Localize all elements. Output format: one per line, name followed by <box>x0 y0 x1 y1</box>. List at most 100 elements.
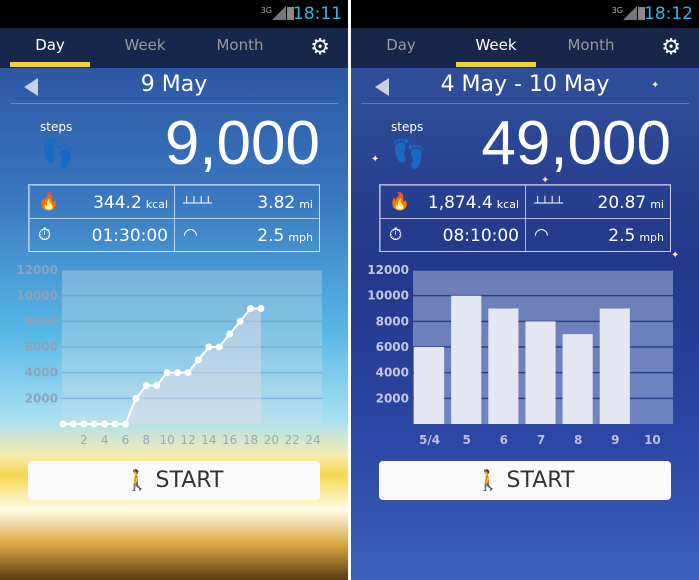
date-navigator: 4 May - 10 May <box>361 72 689 104</box>
speed-unit: mph <box>639 231 664 244</box>
step-count: 9,000 <box>164 109 320 178</box>
x-tick-label: 5 <box>463 433 471 447</box>
date-label: 4 May - 10 May <box>440 72 610 97</box>
start-label: START <box>155 468 224 493</box>
ruler-icon: ┴┴┴┴ <box>534 196 563 210</box>
y-tick-label: 4000 <box>376 366 409 380</box>
data-point <box>236 317 244 325</box>
x-tick-label: 6 <box>500 433 508 447</box>
x-tick-label: 16 <box>222 433 237 447</box>
signal-icon <box>272 6 286 20</box>
tab-indicator <box>456 62 536 67</box>
gear-icon[interactable]: ⚙ <box>661 35 681 60</box>
star-decoration: ✦ <box>619 157 628 168</box>
distance-value: 20.87 <box>597 193 647 213</box>
start-button[interactable]: 🚶 START <box>379 461 671 500</box>
tab-bar: Day Week Month ⚙ <box>351 28 699 68</box>
calories-cell: 🔥 344.2 kcal <box>29 185 175 219</box>
speed-unit: mph <box>288 231 313 244</box>
signal-icon <box>623 6 637 20</box>
data-point <box>163 369 171 377</box>
x-tick-label: 7 <box>537 433 545 447</box>
data-point <box>122 420 129 428</box>
duration-cell: ⏱ 08:10:00 <box>380 218 526 252</box>
gear-icon[interactable]: ⚙ <box>310 35 330 60</box>
stopwatch-icon: ⏱ <box>38 225 52 245</box>
calories-unit: kcal <box>496 198 519 211</box>
flame-icon: 🔥 <box>38 192 60 212</box>
y-tick-label: 6000 <box>25 340 58 354</box>
tab-week[interactable]: Week <box>456 36 536 67</box>
calories-value: 344.2 <box>93 193 142 213</box>
data-point <box>174 369 182 377</box>
x-tick-label: 4 <box>101 433 109 447</box>
x-tick-label: 2 <box>80 433 88 447</box>
y-tick-label: 4000 <box>25 366 58 380</box>
speed-value: 2.5 <box>257 226 285 246</box>
previous-arrow-icon[interactable] <box>24 78 38 96</box>
data-point <box>59 420 67 428</box>
y-tick-label: 12000 <box>367 263 409 277</box>
duration-cell: ⏱ 01:30:00 <box>29 218 175 252</box>
x-tick-label: 8 <box>574 433 582 447</box>
tab-bar: Day Week Month ⚙ <box>0 28 348 68</box>
walking-icon: 🚶 <box>475 468 501 492</box>
x-tick-label: 5/4 <box>419 433 440 447</box>
data-point <box>132 394 140 402</box>
duration-value: 08:10:00 <box>442 226 519 246</box>
flame-icon: 🔥 <box>389 192 411 212</box>
tab-day[interactable]: Day <box>361 36 441 54</box>
speed-value: 2.5 <box>608 226 636 246</box>
distance-cell: ┴┴┴┴ 20.87 mi <box>525 185 671 219</box>
data-point <box>226 330 234 338</box>
y-tick-label: 6000 <box>376 340 409 354</box>
tab-label: Week <box>124 36 166 54</box>
x-tick-label: 22 <box>285 433 300 447</box>
x-tick-label: 18 <box>243 433 258 447</box>
previous-arrow-icon[interactable] <box>375 78 389 96</box>
bar <box>488 308 519 424</box>
ruler-icon: ┴┴┴┴ <box>183 196 212 210</box>
data-point <box>194 356 202 364</box>
bar <box>414 347 445 424</box>
data-point <box>153 382 161 389</box>
clock: 18:11 <box>293 4 342 24</box>
calories-cell: 🔥 1,874.4 kcal <box>380 185 526 219</box>
start-button[interactable]: 🚶 START <box>28 461 320 500</box>
network-type: 3G <box>260 6 272 15</box>
data-point <box>184 369 192 377</box>
star-decoration: ✦ <box>371 154 380 165</box>
y-tick-label: 10000 <box>367 289 409 303</box>
speedometer-icon: ◠ <box>534 225 549 245</box>
data-point <box>142 382 150 389</box>
network-type: 3G <box>611 6 623 15</box>
phone-week-view: 3G 18:12 Day Week Month ⚙ 4 May - 10 May s… <box>351 0 699 580</box>
status-bar: 3G 18:12 <box>351 0 699 28</box>
tab-month[interactable]: Month <box>551 36 631 54</box>
phone-day-view: 3G 18:11 Day Week Month ⚙ 9 May steps 👣 9,… <box>0 0 348 580</box>
footprints-icon: 👣 <box>391 137 426 170</box>
duration-value: 01:30:00 <box>91 226 168 246</box>
date-navigator: 9 May <box>10 72 338 104</box>
data-point <box>111 420 119 428</box>
star-decoration: ✦ <box>541 175 550 186</box>
calories-unit: kcal <box>145 198 168 211</box>
data-point <box>247 305 254 312</box>
walking-icon: 🚶 <box>124 468 150 492</box>
tab-day[interactable]: Day <box>10 36 90 67</box>
bar <box>562 334 593 424</box>
tab-label: Month <box>567 36 615 54</box>
distance-cell: ┴┴┴┴ 3.82 mi <box>174 185 320 219</box>
tab-month[interactable]: Month <box>200 36 280 54</box>
date-label: 9 May <box>140 72 208 97</box>
speed-cell: ◠ 2.5 mph <box>174 218 320 252</box>
data-point <box>205 343 213 351</box>
tab-week[interactable]: Week <box>105 36 185 54</box>
speedometer-icon: ◠ <box>183 225 198 245</box>
steps-label: steps <box>391 120 424 134</box>
bar <box>599 308 630 424</box>
y-tick-label: 2000 <box>376 391 409 405</box>
tab-label: Week <box>475 36 517 54</box>
data-point <box>69 420 77 428</box>
x-tick-label: 8 <box>143 433 151 447</box>
